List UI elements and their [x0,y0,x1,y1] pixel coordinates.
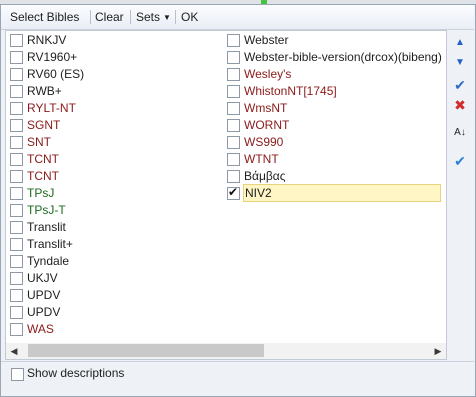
bible-label: Webster-bible-version(drcox)(bibeng) [244,50,442,64]
bible-checkbox[interactable] [227,68,240,81]
sort-az-icon[interactable]: A↓ [451,124,469,142]
bible-checkbox[interactable] [10,102,23,115]
chevron-down-icon: ▼ [163,13,171,22]
bible-checkbox[interactable] [10,204,23,217]
bible-checkbox[interactable] [10,272,23,285]
bible-checkbox[interactable] [10,136,23,149]
bible-checkbox[interactable] [227,170,240,183]
bible-label: Βάμβας [244,169,286,183]
bible-checkbox[interactable] [10,306,23,319]
bible-label: RYLT-NT [27,101,76,115]
bible-label: SNT [27,135,51,149]
bible-label: RNKJV [27,33,67,47]
bible-label: RV1960+ [27,50,78,64]
bible-label: SGNT [27,118,61,132]
bible-label: TCNT [27,152,59,166]
bible-checkbox[interactable] [227,34,240,47]
bible-checkbox[interactable] [10,119,23,132]
bible-checkbox[interactable] [10,187,23,200]
bible-checkbox[interactable] [10,68,23,81]
bible-label: TCNT [27,169,59,183]
bible-checkbox[interactable] [227,136,240,149]
bible-label: TPsJ-T [27,203,66,217]
bible-label: Tyndale [27,254,70,268]
bible-checkbox[interactable] [227,102,240,115]
horizontal-scrollbar[interactable]: ◀ ▶ [5,343,447,360]
bible-checkbox[interactable] [227,85,240,98]
bible-checkbox[interactable] [227,184,240,201]
bible-label: WS990 [244,135,284,149]
move-down-icon[interactable]: ▼ [451,54,469,72]
bible-label: WORNT [244,118,290,132]
bible-checkbox[interactable] [227,51,240,64]
confirm-icon[interactable]: ✔ [451,152,469,170]
bible-checkbox[interactable] [10,255,23,268]
bible-label: RWB+ [27,84,62,98]
bible-checkbox[interactable] [10,153,23,166]
bible-checkbox[interactable] [10,170,23,183]
bible-label: Wesley's [244,67,292,81]
bible-label: Translit [27,220,66,234]
clear-button[interactable]: Clear [95,5,124,29]
bible-checkbox[interactable] [10,34,23,47]
uncheck-all-icon[interactable]: ✖ [451,96,469,114]
show-descriptions-label: Show descriptions [27,366,125,380]
bible-checkbox[interactable] [10,85,23,98]
scrollbar-thumb[interactable] [28,344,264,357]
toolbar-separator [130,10,131,24]
bible-checkbox[interactable] [10,323,23,336]
bible-checkbox[interactable] [10,221,23,234]
check-all-icon[interactable]: ✔ [451,76,469,94]
bible-label: Translit+ [27,237,73,251]
bible-label: WAS [27,322,54,336]
sets-label: Sets [136,10,161,24]
bible-label: WTNT [244,152,279,166]
scroll-right-icon[interactable]: ▶ [430,343,446,359]
bible-list: RNKJV RV1960+ RV60 (ES) RWB+ RYLT-NT SGNT SNT T… [5,30,447,346]
bible-checkbox[interactable] [10,51,23,64]
show-descriptions-checkbox[interactable] [11,368,24,381]
toolbar: Select Bibles Clear Sets ▼ OK [1,5,474,30]
bible-label: RV60 (ES) [27,67,85,81]
bible-label: UPDV [27,305,61,319]
bible-checkbox[interactable] [10,289,23,302]
move-up-icon[interactable]: ▲ [451,34,469,52]
bible-label: WmsNT [244,101,288,115]
bible-label: TPsJ [27,186,55,200]
side-toolbar: ▲ ▼ ✔ ✖ A↓ ✔ [446,30,474,360]
toolbar-separator [175,10,176,24]
bible-checkbox[interactable] [10,238,23,251]
sets-dropdown[interactable]: Sets ▼ [136,5,171,29]
toolbar-separator [90,10,91,24]
scroll-left-icon[interactable]: ◀ [6,343,22,359]
bible-label: NIV2 [243,184,441,202]
bible-label: Webster [244,33,289,47]
ok-button[interactable]: OK [181,5,198,29]
bible-label: UKJV [27,271,58,285]
dialog-title: Select Bibles [10,10,80,24]
bible-checkbox[interactable] [227,119,240,132]
bible-label: UPDV [27,288,61,302]
bible-label: WhistonNT[1745] [244,84,337,98]
bible-checkbox[interactable] [227,153,240,166]
bottom-bar: Show descriptions [1,361,474,386]
